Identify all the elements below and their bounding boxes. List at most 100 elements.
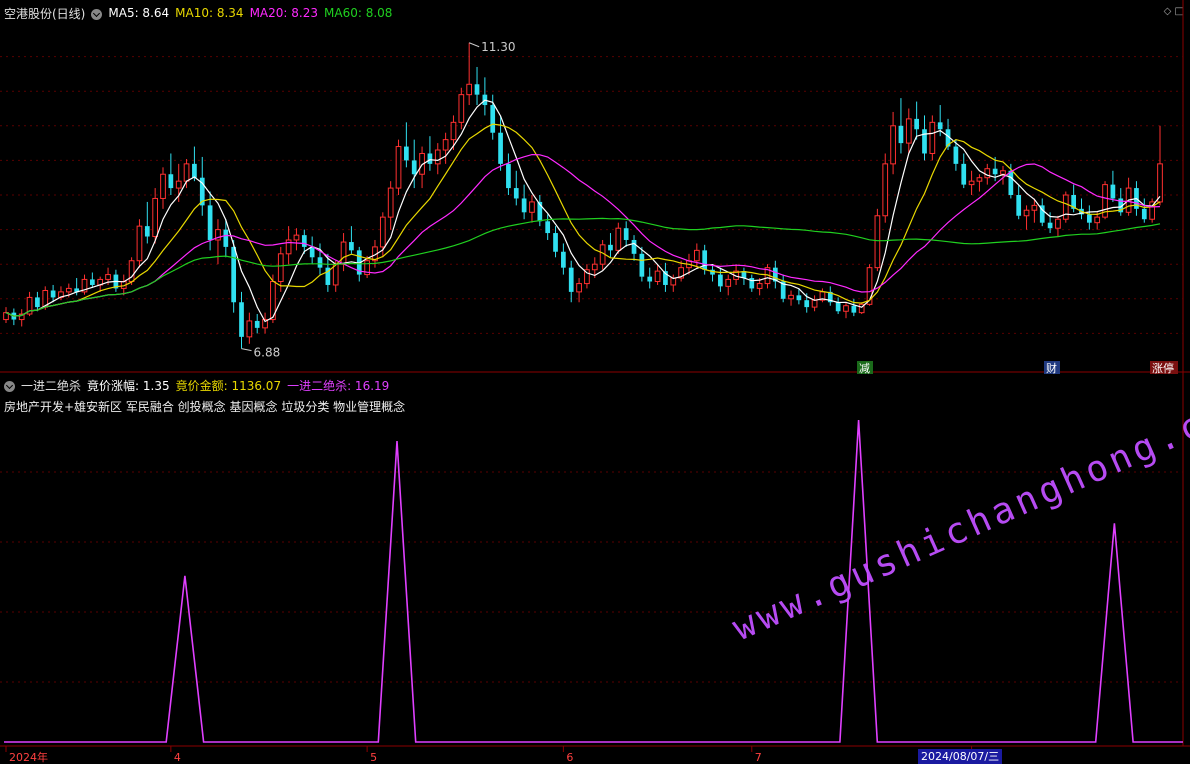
ma10-line — [5, 123, 1161, 317]
candle-body-down — [561, 251, 566, 268]
candle-body-up — [434, 149, 441, 165]
candle-body-down — [851, 305, 857, 313]
candle-body-up — [874, 215, 881, 269]
candle-body-up — [152, 197, 159, 238]
candle-body-down — [953, 146, 959, 164]
candle-body-up — [788, 294, 794, 300]
candle-body-up — [442, 139, 449, 151]
price-labels: 11.30 6.88 — [241, 40, 516, 360]
candle-body-up — [340, 241, 347, 265]
candle-body-up — [529, 201, 535, 213]
candle-body-up — [1000, 170, 1006, 175]
candle-body-down — [239, 302, 244, 337]
candle-body-down — [647, 276, 653, 282]
candle-body-down — [914, 118, 919, 130]
candle-body-down — [1047, 222, 1053, 229]
candle-body-up — [615, 227, 622, 251]
candle-body-down — [411, 160, 417, 175]
ma-lines — [5, 99, 1161, 323]
chart-canvas[interactable]: 11.306.88 2024年456789 减财涨停 — [0, 0, 1190, 764]
candle-body-down — [89, 279, 95, 285]
candle-body-down — [639, 253, 645, 277]
candle-body-up — [1055, 218, 1061, 229]
candle-body-down — [835, 302, 841, 312]
candle-body-down — [498, 132, 503, 164]
candle-body-up — [450, 121, 457, 141]
candle-body-up — [1094, 216, 1101, 224]
indicator-line — [4, 419, 1183, 743]
candle-body-down — [804, 300, 810, 308]
low-price-label: 6.88 — [254, 346, 281, 360]
candle-body-down — [1086, 214, 1092, 223]
jisha-line — [4, 419, 1183, 743]
candle-body-down — [223, 229, 229, 247]
candle-body-up — [332, 263, 339, 286]
candle-body-down — [427, 153, 433, 164]
candle-body-down — [317, 257, 323, 268]
candle-body-down — [521, 198, 527, 213]
candle-body-down — [301, 235, 307, 247]
ma60-line — [5, 217, 1161, 317]
candle-body-down — [254, 320, 260, 328]
candle-body-down — [50, 290, 56, 298]
marker-zhangting: 涨停 — [1152, 361, 1174, 375]
event-markers: 减 财 涨停 — [857, 361, 1178, 375]
candle-body-up — [976, 177, 983, 182]
selected-date-label: 2024/08/07/三 — [918, 749, 1003, 764]
candle-body-up — [984, 168, 991, 179]
candle-body-down — [922, 129, 927, 154]
candle-body-down — [568, 267, 574, 292]
candle-body-down — [231, 246, 237, 303]
marker-cai: 财 — [1046, 361, 1057, 375]
candle-body-down — [898, 125, 904, 144]
candle-body-up — [725, 278, 732, 287]
candle-body-up — [183, 163, 190, 182]
candle-body-up — [387, 187, 394, 218]
candle-body-down — [404, 146, 409, 161]
candle-body-down — [192, 163, 197, 178]
candle-body-up — [654, 270, 661, 282]
candle-body-down — [623, 228, 629, 240]
candle-body-down — [961, 163, 967, 185]
candle-body-up — [576, 283, 582, 293]
candle-body-down — [553, 233, 558, 252]
candle-body-up — [843, 305, 849, 312]
candle-body-up — [1023, 209, 1030, 217]
x-tick-label: 7 — [755, 751, 762, 764]
candle-body-up — [1157, 163, 1163, 203]
candle-body-up — [293, 234, 300, 241]
candle-body-up — [379, 216, 386, 248]
candle-body-down — [1110, 184, 1116, 199]
candle-body-down — [207, 205, 213, 240]
candle-body-down — [349, 242, 354, 251]
candle-body-up — [395, 146, 402, 189]
candle-body-up — [882, 163, 889, 217]
x-tick-label: 4 — [174, 751, 181, 764]
low-pointer — [241, 348, 252, 352]
x-tick-label: 6 — [566, 751, 573, 764]
candle-body-down — [545, 221, 551, 234]
x-tick-label: 5 — [370, 751, 377, 764]
candle-body-down — [168, 174, 174, 189]
candle-body-down — [796, 295, 802, 301]
candle-body-up — [105, 274, 111, 280]
marker-jian: 减 — [859, 362, 870, 375]
candle-body-up — [756, 283, 763, 289]
high-price-label: 11.30 — [481, 40, 515, 54]
candle-body-up — [160, 173, 166, 199]
candle-body-down — [506, 163, 511, 189]
x-axis: 2024年456789 — [5, 746, 982, 764]
candle-body-down — [992, 168, 998, 175]
candle-body-up — [591, 263, 598, 271]
candle-body-up — [929, 121, 936, 154]
candle-body-down — [474, 84, 480, 95]
candle-body-down — [490, 105, 496, 133]
candle-body-up — [458, 94, 465, 123]
candle-body-up — [1031, 204, 1038, 211]
candle-body-up — [175, 180, 182, 189]
candle-body-down — [1141, 208, 1147, 220]
candle-body-up — [277, 253, 284, 283]
candle-body-up — [890, 125, 896, 165]
candle-body-up — [246, 320, 253, 338]
candle-body-up — [811, 299, 818, 308]
